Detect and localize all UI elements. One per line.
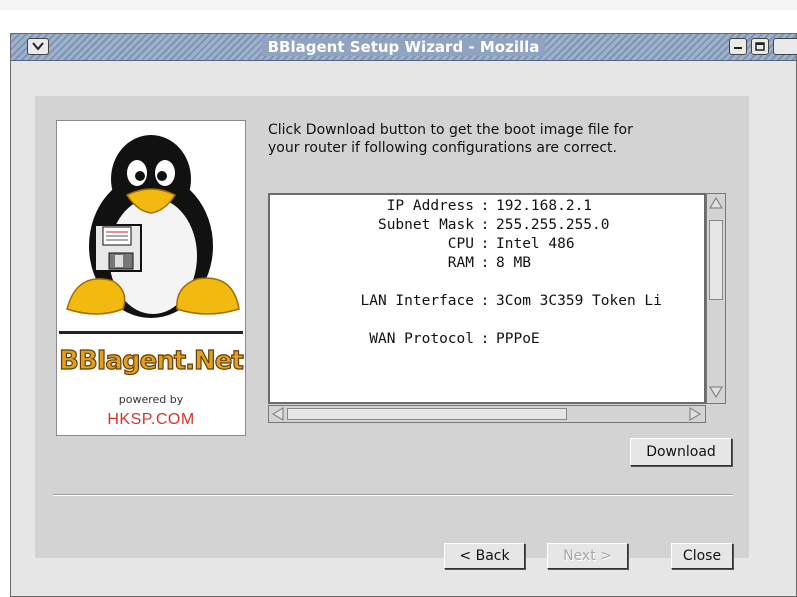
config-value: PPPoE — [496, 331, 540, 347]
configuration-textarea[interactable]: IP Address:192.168.2.1 Subnet Mask:255.25… — [268, 193, 706, 404]
config-row — [274, 311, 698, 330]
close-button[interactable]: Close — [671, 543, 733, 569]
horizontal-scrollbar[interactable] — [268, 405, 706, 423]
configuration-text: IP Address:192.168.2.1 Subnet Mask:255.25… — [274, 197, 698, 387]
config-row: WAN Protocol: PPPoE — [274, 330, 698, 349]
config-row: LAN Interface:3Com 3C359 Token Li — [274, 292, 698, 311]
logo-panel: BBIagent.Net powered by HKSP.COM — [56, 120, 246, 436]
config-value: 255.255.255.0 — [496, 217, 610, 233]
config-separator: : — [480, 293, 490, 309]
close-window-button[interactable] — [773, 38, 797, 55]
title-bar[interactable]: BBlagent Setup Wizard - Mozilla — [11, 34, 797, 61]
config-separator: : — [480, 217, 490, 233]
vertical-scroll-thumb[interactable] — [709, 220, 723, 300]
instructions-text: Click Download button to get the boot im… — [268, 122, 633, 156]
next-button[interactable]: Next > — [547, 543, 628, 569]
scroll-right-arrow-icon[interactable] — [687, 406, 703, 422]
wizard-content: BBIagent.Net powered by HKSP.COM Click D… — [35, 96, 749, 569]
window-title: BBlagent Setup Wizard - Mozilla — [11, 38, 796, 56]
config-label: CPU — [447, 236, 474, 252]
config-label: Subnet Mask — [377, 217, 474, 233]
config-value: Intel 486 — [496, 236, 575, 252]
config-separator: : — [480, 255, 490, 271]
config-row: RAM:8 MB — [274, 254, 698, 273]
wizard-window: BBlagent Setup Wizard - Mozilla BBIagent… — [10, 33, 797, 597]
config-row: IP Address:192.168.2.1 — [274, 197, 698, 216]
config-value: 192.168.2.1 — [496, 198, 593, 214]
config-separator: : — [480, 236, 490, 252]
scroll-left-arrow-icon[interactable] — [270, 406, 286, 422]
minimize-icon — [734, 47, 742, 49]
back-button[interactable]: < Back — [444, 543, 525, 569]
powered-by-label: powered by — [118, 393, 184, 406]
maximize-icon — [755, 42, 765, 51]
config-row: Subnet Mask:255.255.255.0 — [274, 216, 698, 235]
config-value: 3Com 3C359 Token Li — [496, 293, 662, 309]
vertical-scrollbar[interactable] — [706, 193, 726, 404]
logo-divider — [59, 331, 243, 334]
config-separator: : — [480, 198, 490, 214]
button-separator — [53, 494, 733, 496]
brand-logo-text: BBIagent.Net — [59, 345, 245, 376]
config-separator: : — [480, 331, 490, 347]
desktop-background — [0, 0, 797, 10]
company-logo-text: HKSP.COM — [107, 411, 195, 428]
config-label: WAN Protocol — [369, 331, 474, 347]
minimize-button[interactable] — [729, 38, 747, 55]
config-row: CPU: Intel 486 — [274, 235, 698, 254]
scroll-up-arrow-icon[interactable] — [708, 195, 724, 211]
config-label: IP Address — [386, 198, 474, 214]
config-row — [274, 273, 698, 292]
tux-penguin-floppy-icon — [66, 135, 240, 318]
config-label: RAM — [447, 255, 474, 271]
horizontal-scroll-thumb[interactable] — [287, 408, 567, 420]
scroll-down-arrow-icon[interactable] — [708, 384, 724, 400]
maximize-button[interactable] — [751, 38, 769, 55]
download-button[interactable]: Download — [630, 438, 732, 466]
config-label: LAN Interface — [360, 293, 475, 309]
config-value: 8 MB — [496, 255, 531, 271]
